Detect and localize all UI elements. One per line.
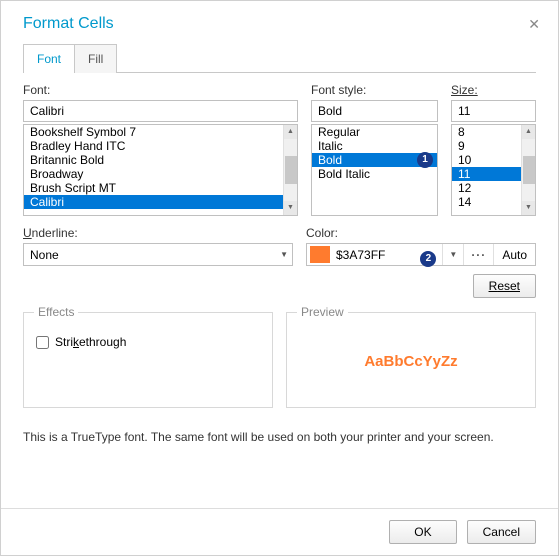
scrollbar[interactable]: ▲ ▼ <box>521 125 535 215</box>
scroll-up-icon[interactable]: ▲ <box>522 125 535 139</box>
preview-legend: Preview <box>297 305 348 319</box>
list-item[interactable]: 9 <box>452 139 521 153</box>
list-item[interactable]: 12 <box>452 181 521 195</box>
cancel-button[interactable]: Cancel <box>467 520 536 544</box>
font-description: This is a TrueType font. The same font w… <box>23 430 536 444</box>
list-item[interactable]: Bookshelf Symbol 7 <box>24 125 283 139</box>
size-label: Size: <box>451 83 536 97</box>
font-listbox[interactable]: Bookshelf Symbol 7 Bradley Hand ITC Brit… <box>23 124 298 216</box>
list-item[interactable]: Bold 1 <box>312 153 437 167</box>
list-item[interactable]: 14 <box>452 195 521 209</box>
strikethrough-checkbox[interactable] <box>36 336 49 349</box>
ok-button[interactable]: OK <box>389 520 456 544</box>
list-item[interactable]: Italic <box>312 139 437 153</box>
scroll-down-icon[interactable]: ▼ <box>284 201 297 215</box>
strikethrough-label: Strikethrough <box>55 335 126 349</box>
tab-font[interactable]: Font <box>23 44 75 73</box>
list-item[interactable]: Calibri <box>24 195 283 209</box>
list-item[interactable]: Regular <box>312 125 437 139</box>
more-colors-icon[interactable]: ··· <box>463 244 493 265</box>
effects-group: Effects Strikethrough <box>23 312 273 408</box>
color-swatch <box>310 246 330 263</box>
preview-group: Preview AaBbCcYyZz <box>286 312 536 408</box>
callout-badge-2: 2 <box>420 251 436 267</box>
reset-button[interactable]: Reset <box>473 274 536 298</box>
scrollbar[interactable]: ▲ ▼ <box>283 125 297 215</box>
underline-value: None <box>30 248 59 262</box>
scroll-up-icon[interactable]: ▲ <box>284 125 297 139</box>
list-item[interactable]: Brush Script MT <box>24 181 283 195</box>
auto-color-button[interactable]: Auto <box>493 244 535 265</box>
font-style-input[interactable] <box>311 100 438 122</box>
chevron-down-icon[interactable]: ▼ <box>442 244 463 265</box>
list-item[interactable]: Britannic Bold <box>24 153 283 167</box>
size-label-text: Size: <box>451 83 478 97</box>
tab-strip: Font Fill <box>23 43 536 73</box>
underline-combo[interactable]: None ▼ <box>23 243 293 266</box>
font-input[interactable] <box>23 100 298 122</box>
underline-label: Underline: <box>23 226 293 240</box>
color-value: $3A73FF <box>336 248 385 262</box>
dialog-title: Format Cells <box>23 15 114 33</box>
list-item-label: Bold <box>318 153 342 167</box>
close-icon[interactable]: ✕ <box>528 16 540 33</box>
chevron-down-icon: ▼ <box>280 250 288 259</box>
list-item[interactable]: 10 <box>452 153 521 167</box>
color-combo[interactable]: $3A73FF 2 ▼ ··· Auto <box>306 243 536 266</box>
scroll-thumb[interactable] <box>523 156 535 184</box>
reset-label: Reset <box>489 279 520 293</box>
font-style-listbox[interactable]: Regular Italic Bold 1 Bold Italic <box>311 124 438 216</box>
list-item[interactable]: 8 <box>452 125 521 139</box>
font-style-label: Font style: <box>311 83 438 97</box>
size-listbox[interactable]: 8 9 10 11 12 14 ▲ ▼ <box>451 124 536 216</box>
effects-legend: Effects <box>34 305 78 319</box>
underline-label-text: Underline: <box>23 226 78 240</box>
list-item[interactable]: Bold Italic <box>312 167 437 181</box>
callout-badge-1: 1 <box>417 152 433 168</box>
list-item[interactable]: Broadway <box>24 167 283 181</box>
preview-sample: AaBbCcYyZz <box>299 353 523 370</box>
color-label: Color: <box>306 226 536 240</box>
scroll-down-icon[interactable]: ▼ <box>522 201 535 215</box>
font-label: Font: <box>23 83 298 97</box>
tab-fill[interactable]: Fill <box>75 44 117 73</box>
size-input[interactable] <box>451 100 536 122</box>
list-item[interactable]: 11 <box>452 167 521 181</box>
scroll-thumb[interactable] <box>285 156 297 184</box>
list-item[interactable]: Bradley Hand ITC <box>24 139 283 153</box>
